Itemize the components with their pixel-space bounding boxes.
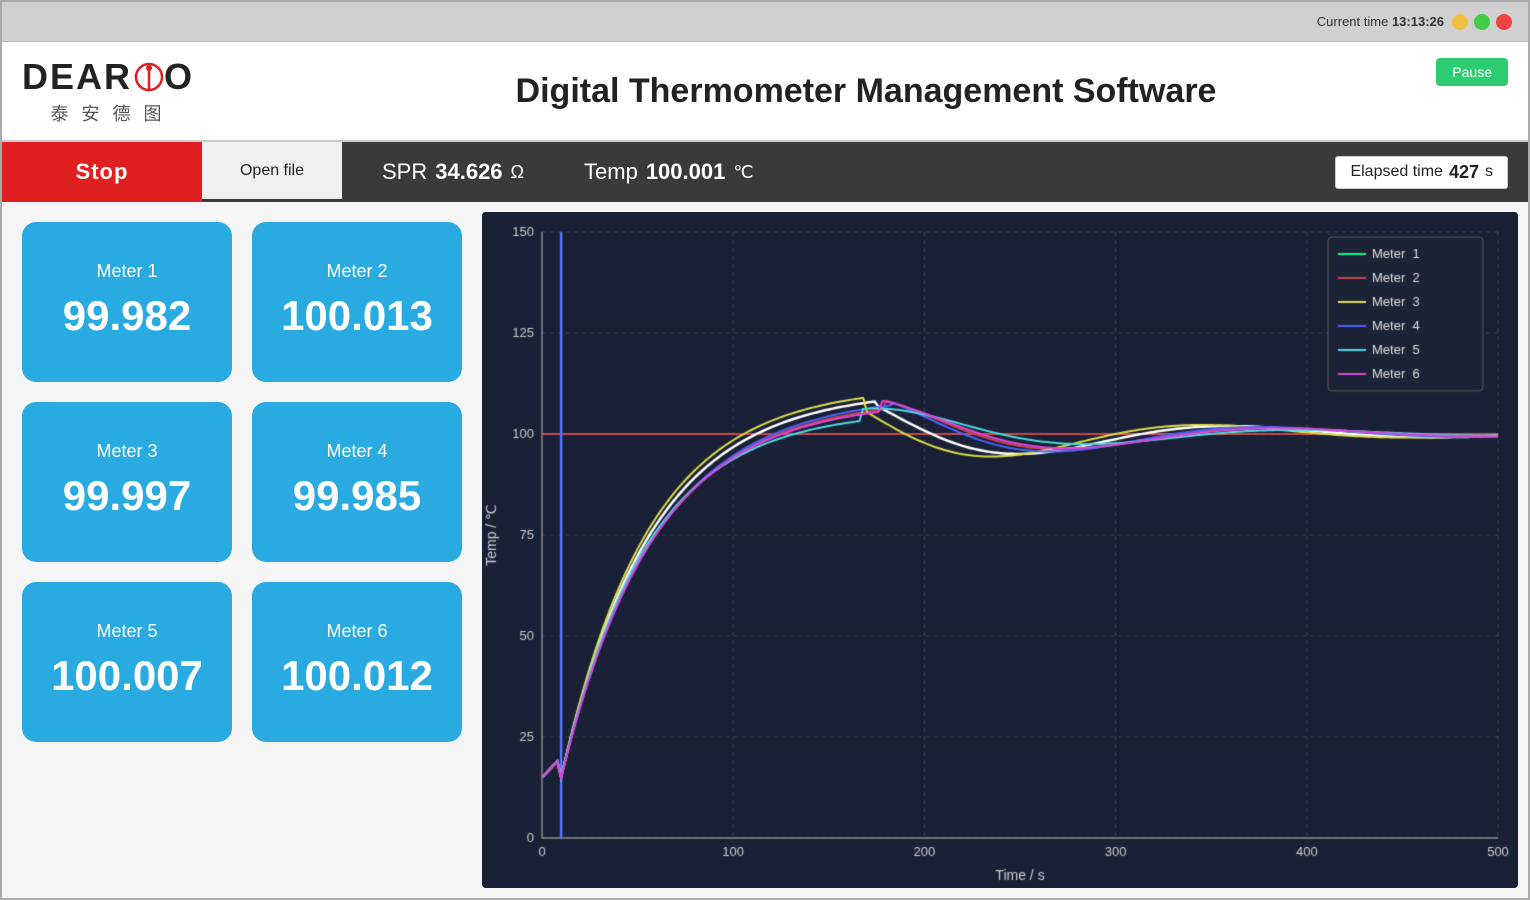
meter-row-1: Meter 1 99.982 Meter 2 100.013 [22,222,462,382]
minimize-button[interactable] [1452,14,1468,30]
elapsed-value: 427 [1449,162,1479,183]
maximize-button[interactable] [1474,14,1490,30]
meter-6-label: Meter 6 [326,621,387,642]
meter-3-value: 99.997 [63,472,191,520]
pause-button[interactable]: Pause [1436,58,1508,86]
spr-display: SPR 34.626 Ω [382,159,524,185]
temp-value: 100.001 [646,159,726,185]
open-file-button[interactable]: Open file [202,142,342,202]
logo-chinese: 泰 安 德 图 [51,100,166,126]
logo-area: DEAR O 泰 安 德 图 [22,56,194,126]
temp-display: Temp 100.001 ℃ [584,159,754,185]
temp-unit: ℃ [733,162,753,183]
spr-value: 34.626 [435,159,502,185]
chart-canvas [482,212,1518,888]
meter-1-label: Meter 1 [96,261,157,282]
logo-text: DEAR O [22,56,194,98]
meter-3-label: Meter 3 [96,441,157,462]
stop-button[interactable]: Stop [2,142,202,202]
meter-card-4: Meter 4 99.985 [252,402,462,562]
window-controls [1452,14,1512,30]
spr-label: SPR [382,159,427,185]
meter-5-label: Meter 5 [96,621,157,642]
meter-row-2: Meter 3 99.997 Meter 4 99.985 [22,402,462,562]
current-time-value: 13:13:26 [1392,14,1444,29]
meter-2-label: Meter 2 [326,261,387,282]
close-button[interactable] [1496,14,1512,30]
meter-card-6: Meter 6 100.012 [252,582,462,742]
meter-5-value: 100.007 [51,652,203,700]
current-time-label: Current time 13:13:26 [1317,14,1444,29]
meter-card-3: Meter 3 99.997 [22,402,232,562]
elapsed-unit: s [1485,163,1493,181]
meter-6-value: 100.012 [281,652,433,700]
temp-label: Temp [584,159,638,185]
toolbar: Stop Open file SPR 34.626 Ω Temp 100.001… [2,142,1528,202]
meter-card-2: Meter 2 100.013 [252,222,462,382]
left-panel: Meter 1 99.982 Meter 2 100.013 Meter 3 9… [2,202,482,898]
app-title: Digital Thermometer Management Software [224,72,1508,111]
logo-letters-2: O [164,56,194,98]
meter-4-value: 99.985 [293,472,421,520]
spr-unit: Ω [511,162,524,183]
elapsed-display: Elapsed time 427 s [1335,156,1508,189]
header: DEAR O 泰 安 德 图 Digital Thermometer Manag… [2,42,1528,142]
logo-letters: DEAR [22,56,132,98]
meter-2-value: 100.013 [281,292,433,340]
meter-card-1: Meter 1 99.982 [22,222,232,382]
meter-row-3: Meter 5 100.007 Meter 6 100.012 [22,582,462,742]
elapsed-label: Elapsed time [1350,163,1443,181]
meter-4-label: Meter 4 [326,441,387,462]
titlebar: Current time 13:13:26 [2,2,1528,42]
meter-1-value: 99.982 [63,292,191,340]
meter-card-5: Meter 5 100.007 [22,582,232,742]
chart-area [482,212,1518,888]
logo-icon [134,62,164,92]
main-content: Meter 1 99.982 Meter 2 100.013 Meter 3 9… [2,202,1528,898]
